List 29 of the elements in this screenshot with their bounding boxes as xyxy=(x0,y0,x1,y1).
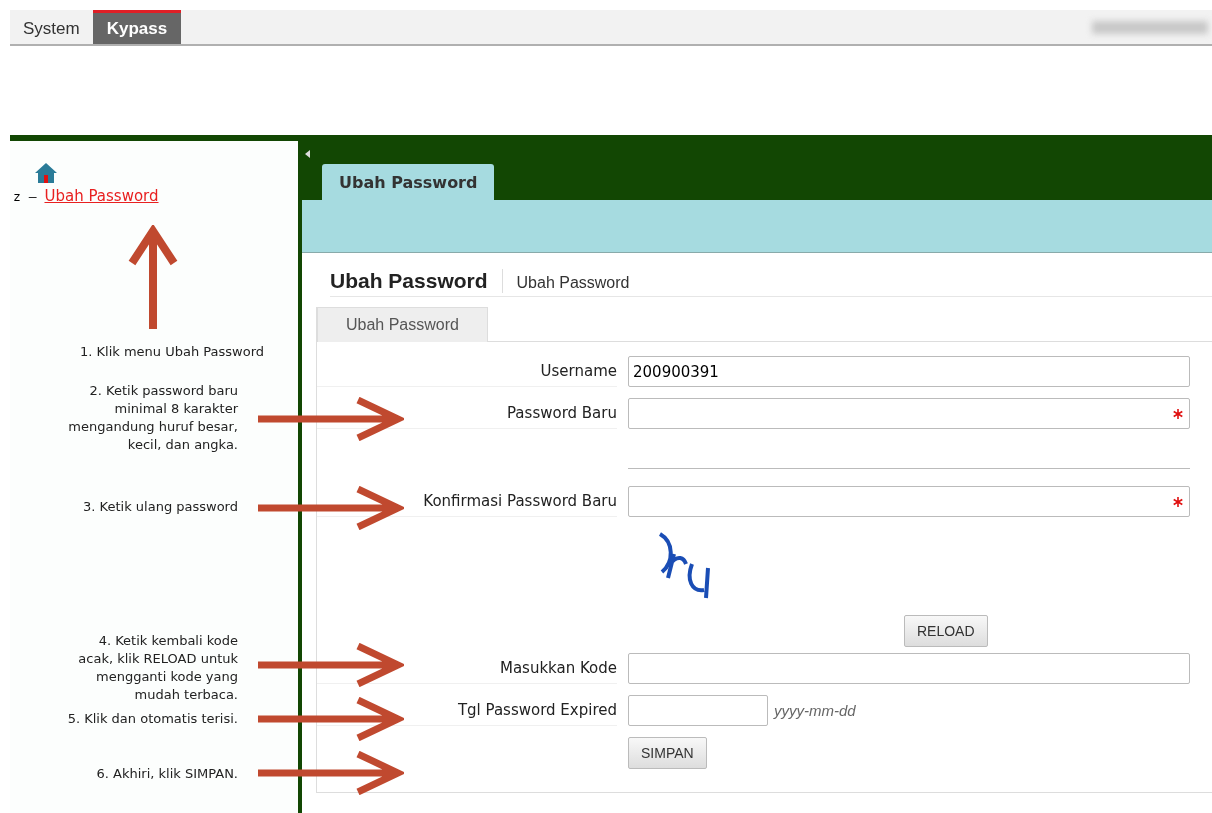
password-field[interactable] xyxy=(628,486,1190,517)
instruction-note: 6. Akhiri, klik SIMPAN. xyxy=(95,765,238,783)
field-label: Tgl Password Expired xyxy=(317,695,617,726)
field-label: Password Baru xyxy=(317,398,617,429)
instruction-note: 1. Klik menu Ubah Password xyxy=(78,343,264,361)
menu-tab[interactable]: System xyxy=(10,10,93,44)
collapse-icon[interactable] xyxy=(305,150,310,158)
instruction-note: 5. Klik dan otomatis terisi. xyxy=(66,710,238,728)
instruction-note: 2. Ketik password baru minimal 8 karakter mengandung huruf besar, kecil, dan angka. xyxy=(67,382,238,454)
field-label: Username xyxy=(317,356,617,387)
menu-tab[interactable]: Kypass xyxy=(92,10,182,44)
page-tab[interactable]: Ubah Password xyxy=(322,164,495,200)
text-field[interactable] xyxy=(628,653,1190,684)
save-button[interactable]: SIMPAN xyxy=(628,737,707,769)
password-field[interactable] xyxy=(628,398,1190,429)
field-label: Masukkan Kode xyxy=(317,653,617,684)
reload-button[interactable]: RELOAD xyxy=(904,615,988,647)
tree-marker: z – xyxy=(12,189,37,204)
text-field[interactable]: 200900391 xyxy=(628,356,1190,387)
format-hint: yyyy-mm-dd xyxy=(774,702,856,719)
instruction-note: 3. Ketik ulang password xyxy=(82,498,238,516)
field-label: Konfirmasi Password Baru xyxy=(317,486,617,517)
form-tab[interactable]: Ubah Password xyxy=(317,307,488,342)
instruction-note: 4. Ketik kembali kode acak, klik RELOAD untuk mengganti kode yang mudah terbaca. xyxy=(77,632,238,704)
date-field[interactable] xyxy=(628,695,768,726)
breadcrumb: Ubah Password xyxy=(516,274,630,292)
menu-link[interactable]: Ubah Password xyxy=(44,187,159,205)
page-title: Ubah Password xyxy=(330,269,503,293)
home-icon[interactable] xyxy=(34,161,58,185)
